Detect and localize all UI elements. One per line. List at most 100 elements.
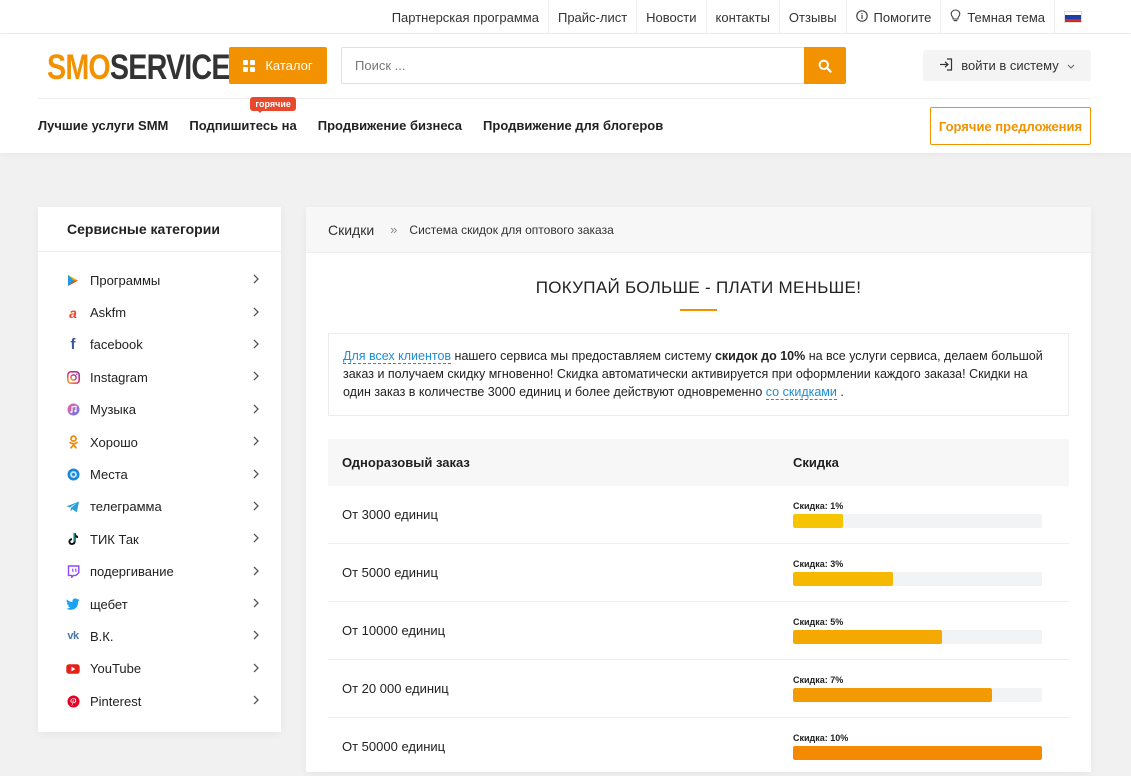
info-icon bbox=[855, 9, 868, 25]
sidebar-item-twitter[interactable]: щебет bbox=[38, 588, 281, 620]
lightbulb-icon bbox=[950, 9, 961, 25]
sidebar-item-askfm[interactable]: a Askfm bbox=[38, 296, 281, 328]
chevron-right-icon bbox=[253, 500, 259, 514]
sidebar-title: Сервисные категории bbox=[38, 207, 281, 252]
chevron-right-icon bbox=[253, 306, 259, 320]
order-quantity: От 10000 единиц bbox=[342, 623, 446, 638]
places-icon bbox=[66, 468, 80, 482]
sidebar-item-play-store[interactable]: Программы bbox=[38, 264, 281, 296]
askfm-icon: a bbox=[69, 304, 77, 321]
discount-bar-fill bbox=[793, 514, 843, 528]
nav-business-promotion[interactable]: Продвижение бизнеса bbox=[318, 118, 462, 133]
breadcrumb-discounts[interactable]: Скидки bbox=[328, 222, 374, 238]
chevron-right-icon bbox=[253, 370, 259, 384]
search-button[interactable] bbox=[804, 47, 846, 84]
breadcrumb: Скидки » Система скидок для оптового зак… bbox=[306, 207, 1091, 253]
sidebar-item-telegram[interactable]: телеграмма bbox=[38, 491, 281, 523]
hot-offers-button[interactable]: Горячие предложения bbox=[930, 107, 1091, 145]
all-clients-link[interactable]: Для всех клиентов bbox=[343, 349, 452, 364]
sidebar-item-label: facebook bbox=[90, 337, 143, 353]
search-input[interactable] bbox=[342, 48, 804, 83]
sidebar-item-odnoklassniki[interactable]: Хорошо bbox=[38, 426, 281, 458]
pinterest-icon bbox=[66, 694, 80, 708]
login-button[interactable]: войти в систему bbox=[923, 50, 1091, 81]
discount-bar-fill bbox=[793, 630, 943, 644]
nav-best-smm[interactable]: Лучшие услуги SMM bbox=[38, 118, 168, 133]
discount-label: Скидка: 7% bbox=[793, 675, 844, 685]
nav-subscribe-label: Подпишитесь на bbox=[189, 117, 297, 133]
column-header-order: Одноразовый заказ bbox=[342, 455, 470, 470]
top-link-partner[interactable]: Партнерская программа bbox=[383, 0, 549, 34]
discount-bar-track bbox=[793, 514, 1042, 528]
sidebar-item-vk[interactable]: vk В.К. bbox=[38, 620, 281, 652]
discount-bar-track bbox=[793, 746, 1042, 760]
chevron-right-icon bbox=[253, 597, 259, 611]
play-store-icon bbox=[66, 273, 80, 287]
order-quantity: От 50000 единиц bbox=[342, 739, 446, 754]
top-link-contacts[interactable]: контакты bbox=[707, 0, 780, 34]
twitch-icon bbox=[66, 565, 80, 579]
sidebar-item-label: подергивание bbox=[90, 564, 174, 580]
login-icon bbox=[939, 57, 953, 74]
sidebar-item-label: В.К. bbox=[90, 628, 114, 644]
sidebar-item-label: YouTube bbox=[90, 661, 142, 677]
chevron-right-icon bbox=[253, 694, 259, 708]
tiktok-icon bbox=[66, 532, 80, 546]
with-discounts-link[interactable]: со скидками bbox=[765, 385, 837, 400]
nav-subscribe[interactable]: Подпишитесь на горячие bbox=[189, 96, 297, 133]
category-list: Программы a Askfm f facebook Instagram Музыка Х… bbox=[38, 252, 281, 717]
table-row: От 3000 единиц Скидка: 1% bbox=[328, 486, 1069, 544]
nav-blogger-promotion[interactable]: Продвижение для блогеров bbox=[483, 118, 663, 133]
music-icon bbox=[66, 403, 80, 417]
sidebar-item-youtube[interactable]: YouTube bbox=[38, 653, 281, 685]
russian-flag-icon bbox=[1064, 11, 1082, 23]
sidebar-item-facebook[interactable]: f facebook bbox=[38, 329, 281, 361]
vk-icon: vk bbox=[67, 630, 79, 643]
top-link-reviews[interactable]: Отзывы bbox=[780, 0, 847, 34]
sidebar-item-label: Хорошо bbox=[90, 434, 138, 450]
hot-badge: горячие bbox=[250, 96, 296, 113]
chevron-right-icon bbox=[253, 273, 259, 287]
discount-bar-track bbox=[793, 688, 1042, 702]
language-selector[interactable] bbox=[1055, 0, 1091, 34]
sidebar-item-pinterest[interactable]: Pinterest bbox=[38, 685, 281, 717]
twitter-icon bbox=[66, 597, 80, 611]
sidebar-item-label: Pinterest bbox=[90, 693, 142, 709]
table-body: От 3000 единиц Скидка: 1% От 5000 единиц Ск… bbox=[328, 486, 1069, 776]
top-link-help[interactable]: Помогите bbox=[847, 0, 942, 34]
sidebar-item-twitch[interactable]: подергивание bbox=[38, 556, 281, 588]
catalog-button[interactable]: Каталог bbox=[229, 47, 327, 84]
chevron-right-icon bbox=[253, 403, 259, 417]
sidebar-item-label: Программы bbox=[90, 272, 161, 288]
dark-theme-label: Темная тема bbox=[967, 9, 1045, 25]
sidebar-item-music[interactable]: Музыка bbox=[38, 394, 281, 426]
logo[interactable]: SMOSERVICE bbox=[47, 48, 230, 88]
top-link-news[interactable]: Новости bbox=[637, 0, 707, 34]
discount-label: Скидка: 10% bbox=[793, 733, 849, 743]
sidebar-item-tiktok[interactable]: ТИК Так bbox=[38, 523, 281, 555]
discount-label: Скидка: 5% bbox=[793, 617, 844, 627]
chevron-right-icon bbox=[253, 435, 259, 449]
help-label: Помогите bbox=[873, 9, 932, 25]
discount-cell: Скидка: 7% bbox=[793, 675, 1069, 702]
chevron-down-icon bbox=[1067, 61, 1075, 71]
chevron-right-icon bbox=[253, 468, 259, 482]
discount-cell: Скидка: 10% bbox=[793, 733, 1069, 760]
discount-bar-fill bbox=[793, 746, 1042, 760]
discount-label: Скидка: 1% bbox=[793, 501, 844, 511]
top-link-dark-theme[interactable]: Темная тема bbox=[941, 0, 1055, 34]
order-quantity: От 3000 единиц bbox=[342, 507, 438, 522]
chevron-right-icon bbox=[253, 338, 259, 352]
search-box bbox=[341, 47, 846, 84]
top-link-pricelist[interactable]: Прайс-лист bbox=[549, 0, 638, 34]
sidebar-item-label: Askfm bbox=[90, 305, 127, 321]
telegram-icon bbox=[66, 500, 80, 514]
instagram-icon bbox=[66, 370, 80, 384]
sidebar-item-label: Instagram bbox=[90, 369, 148, 385]
sidebar-item-instagram[interactable]: Instagram bbox=[38, 361, 281, 393]
facebook-icon: f bbox=[70, 336, 76, 354]
sidebar-item-places[interactable]: Места bbox=[38, 458, 281, 490]
table-row: От 5000 единиц Скидка: 3% bbox=[328, 544, 1069, 602]
order-quantity: От 5000 единиц bbox=[342, 565, 438, 580]
login-label: войти в систему bbox=[961, 58, 1059, 73]
